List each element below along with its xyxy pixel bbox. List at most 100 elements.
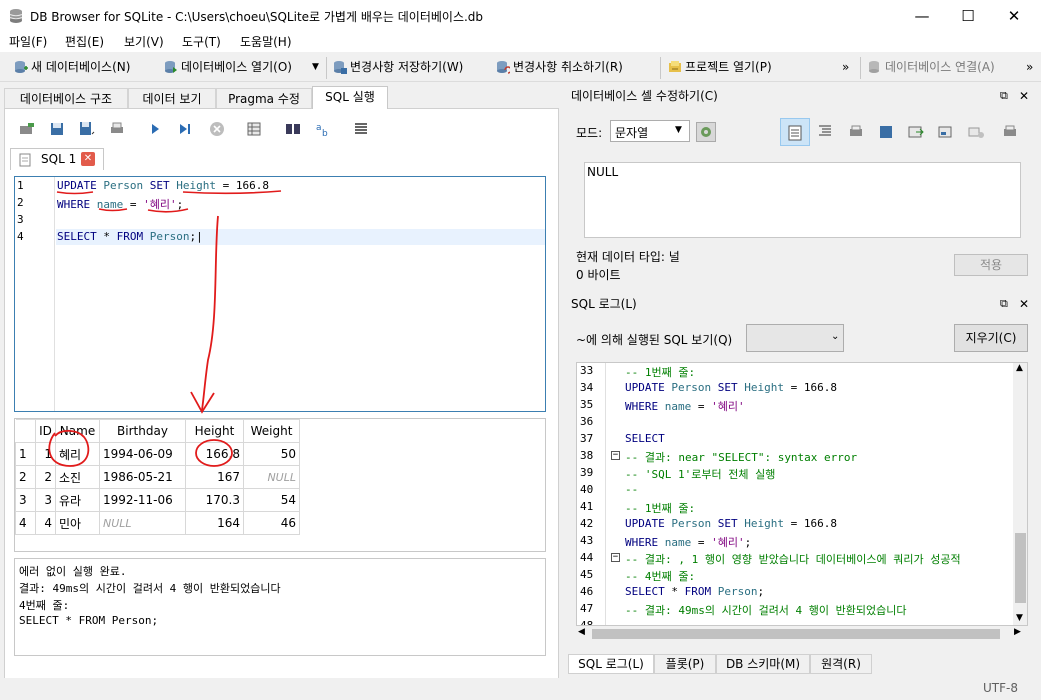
close-tab-icon[interactable]: ✕ <box>81 152 95 166</box>
save-cell-icon[interactable] <box>878 124 894 140</box>
save-sql-file-icon[interactable] <box>78 120 96 138</box>
print-icon[interactable] <box>108 120 126 138</box>
print-cell-icon[interactable] <box>848 124 864 140</box>
open-database-icon <box>165 61 177 73</box>
sql-editor[interactable]: 1 2 3 4 UPDATE Person SET Height = 166.8… <box>14 176 546 412</box>
tab-browse-data[interactable]: 데이터 보기 <box>128 88 216 109</box>
cell-value-editor[interactable]: NULL <box>584 162 1021 238</box>
column-header-name[interactable]: Name <box>55 419 100 443</box>
svg-text:b: b <box>322 129 328 138</box>
sql-log-text: 33 -- 1번째 줄: 34 UPDATE Person SET Height = … <box>576 362 1028 626</box>
log-line: 33 -- 1번째 줄: <box>580 364 696 379</box>
print-icon-2[interactable] <box>1002 124 1018 140</box>
menu-file[interactable]: 파일(F) <box>9 33 47 50</box>
fold-marker-icon[interactable]: − <box>611 451 620 460</box>
float-panel-icon[interactable]: ⧉ <box>1000 86 1008 106</box>
column-header-height[interactable]: Height <box>185 419 244 443</box>
tab-sql-log[interactable]: SQL 로그(L) <box>568 654 654 674</box>
sql-editor-tab[interactable]: SQL 1 ✕ <box>10 148 104 170</box>
open-project-button[interactable]: 프로젝트 열기(P) <box>668 57 772 77</box>
scrollbar-thumb[interactable] <box>1015 533 1026 603</box>
column-header-weight[interactable]: Weight <box>243 419 300 443</box>
stop-execution-icon[interactable] <box>208 120 226 138</box>
minimize-button[interactable]: — <box>899 0 945 32</box>
clear-log-button[interactable]: 지우기(C) <box>954 324 1028 352</box>
close-window-button[interactable]: ✕ <box>991 0 1037 32</box>
table-row[interactable]: 3 3 유라 1992-11-06 170.3 54 <box>15 488 300 512</box>
comment-lines-icon[interactable] <box>352 120 370 138</box>
column-header-birthday[interactable]: Birthday <box>99 419 186 443</box>
menu-bar: 파일(F) 편집(E) 보기(V) 도구(T) 도움말(H) <box>0 32 1041 52</box>
menu-tools[interactable]: 도구(T) <box>182 33 221 50</box>
new-database-icon <box>15 61 28 73</box>
menu-edit[interactable]: 편집(E) <box>65 33 104 50</box>
execute-current-line-icon[interactable] <box>176 120 194 138</box>
tab-execute-sql[interactable]: SQL 실행 <box>312 86 388 109</box>
mode-select[interactable]: 문자열 ▼ <box>610 120 690 142</box>
float-log-icon[interactable]: ⧉ <box>1000 294 1008 314</box>
table-row[interactable]: 4 4 민아 NULL 164 46 <box>15 511 300 535</box>
tab-edit-pragmas[interactable]: Pragma 수정 <box>216 88 312 109</box>
log-line: 35 WHERE name = '혜리' <box>580 398 745 413</box>
code-line-1: UPDATE Person SET Height = 166.8 <box>57 179 269 192</box>
attach-database-button[interactable]: 데이터베이스 연결(A) <box>868 57 995 77</box>
open-database-button[interactable]: 데이터베이스 열기(O) <box>164 57 292 77</box>
log-line: 48 <box>580 619 594 626</box>
open-tab-icon[interactable] <box>18 120 36 138</box>
tab-database-structure[interactable]: 데이터베이스 구조 <box>4 88 128 109</box>
find-replace-icon[interactable]: ab <box>314 120 332 138</box>
word-wrap-button[interactable] <box>780 118 810 146</box>
open-sql-file-icon[interactable] <box>48 120 66 138</box>
find-text-icon[interactable] <box>284 120 302 138</box>
cell-editor-header: 데이터베이스 셀 수정하기(C) ⧉ ✕ <box>566 86 1036 106</box>
chevron-down-icon: ▼ <box>675 125 682 135</box>
log-line: 41 -- 1번째 줄: <box>580 500 696 515</box>
close-panel-icon[interactable]: ✕ <box>1019 86 1029 106</box>
encoding-label: UTF-8 <box>983 681 1018 695</box>
toolbar-overflow-icon[interactable]: » <box>842 57 849 77</box>
menu-view[interactable]: 보기(V) <box>124 33 164 50</box>
tab-db-schema[interactable]: DB 스키마(M) <box>716 654 810 674</box>
sql-file-icon <box>19 153 31 167</box>
execute-all-icon[interactable] <box>146 120 164 138</box>
maximize-button[interactable]: ☐ <box>945 0 991 32</box>
gear-icon <box>701 127 711 137</box>
table-row[interactable]: 2 2 소진 1986-05-21 167 NULL <box>15 465 300 489</box>
cell-data-type: 현재 데이터 타입: 널 <box>576 250 680 264</box>
revert-changes-button[interactable]: 변경사항 취소하기(R) <box>496 57 623 77</box>
menu-help[interactable]: 도움말(H) <box>240 33 292 50</box>
apply-button[interactable]: 적용 <box>954 254 1028 276</box>
indent-icon[interactable] <box>818 124 832 138</box>
auto-switch-mode-button[interactable] <box>696 122 716 142</box>
log-filter-select[interactable]: ⌄ <box>746 324 844 352</box>
fold-marker-icon[interactable]: − <box>611 553 620 562</box>
sql-log-header: SQL 로그(L) ⧉ ✕ <box>566 294 1036 314</box>
log-line: 43 WHERE name = '혜리'; <box>580 534 752 549</box>
toolbar-overflow-2-icon[interactable]: » <box>1026 57 1033 77</box>
close-log-icon[interactable]: ✕ <box>1019 294 1029 314</box>
results-table: ID Name Birthday Height Weight 1 1 혜리 19… <box>15 419 300 535</box>
hscrollbar-thumb[interactable] <box>592 629 1000 639</box>
write-changes-icon <box>334 61 347 74</box>
open-database-dropdown-icon[interactable]: ▼ <box>312 57 319 77</box>
table-row[interactable]: 1 1 혜리 1994-06-09 166.8 50 <box>15 442 300 466</box>
new-database-button[interactable]: 새 데이터베이스(N) <box>14 57 130 77</box>
log-scrollbar[interactable]: ▲ ▼ <box>1013 363 1027 625</box>
log-filter-label: ~에 의해 실행된 SQL 보기(Q) <box>576 333 733 347</box>
tab-remote[interactable]: 원격(R) <box>810 654 872 674</box>
log-hscrollbar[interactable]: ◀ ▶ <box>576 627 1028 641</box>
execution-message-box: 에러 없이 실행 완료. 결과: 49ms의 시간이 걸려서 4 행이 반환되었… <box>14 558 546 656</box>
tab-plot[interactable]: 플롯(P) <box>654 654 716 674</box>
database-app-icon <box>9 9 23 23</box>
write-changes-button[interactable]: 변경사항 저장하기(W) <box>333 57 463 77</box>
attach-database-icon <box>869 61 879 73</box>
sql-tab-label: SQL 1 <box>41 152 77 166</box>
import-cell-icon[interactable] <box>908 124 924 140</box>
column-header-id[interactable]: ID <box>35 419 56 443</box>
log-line: 45 -- 4번째 줄: <box>580 568 696 583</box>
svg-text:a: a <box>316 123 322 133</box>
title-bar: DB Browser for SQLite - C:\Users\choeu\S… <box>0 0 1041 32</box>
save-results-icon[interactable] <box>246 120 264 138</box>
export-cell-icon[interactable] <box>938 124 954 140</box>
set-null-icon[interactable] <box>968 124 984 140</box>
